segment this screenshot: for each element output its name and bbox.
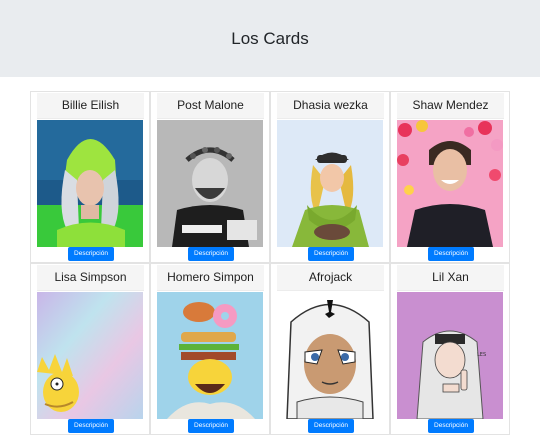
description-button[interactable]: Descripción (428, 419, 474, 433)
card-grid: Billie Eilish Descripción Post Malone De… (30, 91, 511, 435)
card-shaw-mendez: Shaw Mendez Descripción (390, 91, 510, 263)
card-image-lil-xan: LES (397, 292, 503, 419)
card-title: Afrojack (277, 265, 384, 291)
card-lisa-simpson: Lisa Simpson Descripción (30, 263, 150, 435)
card-title: Billie Eilish (37, 93, 144, 119)
card-image-post-malone (157, 120, 263, 247)
card-afrojack: Afrojack Descripción (270, 263, 390, 435)
svg-text:LES: LES (477, 352, 486, 358)
card-post-malone: Post Malone Descripción (150, 91, 270, 263)
card-lil-xan: Lil Xan LES Descripción (390, 263, 510, 435)
description-button[interactable]: Descripción (308, 419, 354, 433)
description-button[interactable]: Descripción (428, 247, 474, 261)
card-image-shaw-mendez (397, 120, 503, 247)
card-title: Post Malone (157, 93, 264, 119)
description-button[interactable]: Descripción (188, 247, 234, 261)
card-image-billie-eilish (37, 120, 143, 247)
page-header: Los Cards (0, 0, 540, 77)
card-title: Dhasia wezka (277, 93, 384, 119)
card-homero-simpon: Homero Simpon Descripción (150, 263, 270, 435)
card-image-lisa-simpson (37, 292, 143, 419)
card-image-afrojack (277, 292, 383, 419)
card-title: Homero Simpon (157, 265, 264, 291)
card-billie-eilish: Billie Eilish Descripción (30, 91, 150, 263)
description-button[interactable]: Descripción (68, 419, 114, 433)
card-dhasia-wezka: Dhasia wezka Descripción (270, 91, 390, 263)
card-title: Lil Xan (397, 265, 504, 291)
description-button[interactable]: Descripción (308, 247, 354, 261)
card-title: Lisa Simpson (37, 265, 144, 291)
card-image-homero-simpon (157, 292, 263, 419)
description-button[interactable]: Descripción (68, 247, 114, 261)
card-image-dhasia-wezka (277, 120, 383, 247)
card-title: Shaw Mendez (397, 93, 504, 119)
description-button[interactable]: Descripción (188, 419, 234, 433)
page-title: Los Cards (231, 28, 309, 48)
